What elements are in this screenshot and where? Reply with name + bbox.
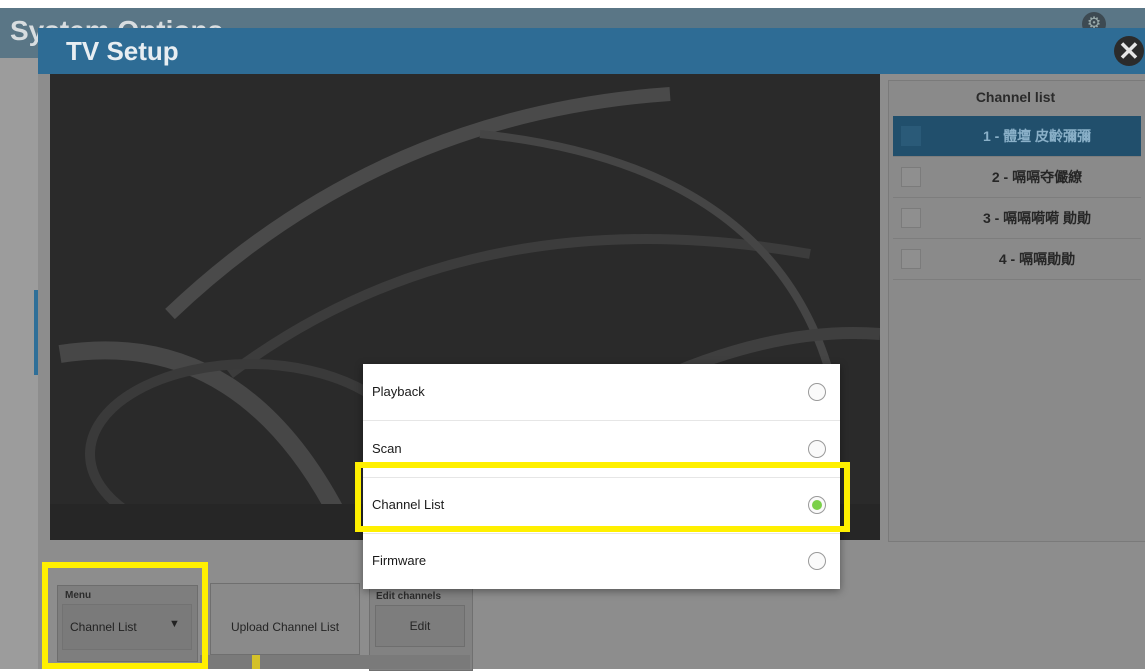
dialog-title: TV Setup	[66, 36, 179, 66]
radio-icon[interactable]	[808, 383, 826, 401]
highlight-channel-list-option	[355, 462, 850, 532]
dialog-header	[38, 28, 1145, 74]
channel-row[interactable]: 4 - 嗝嗝勛勛	[893, 239, 1141, 280]
channel-row[interactable]: 1 - 體壇 皮齡彌彌	[893, 116, 1141, 157]
checkbox-icon[interactable]	[901, 126, 921, 146]
channel-label: 3 - 嗝嗝嗬嗬 勛勛	[982, 210, 1092, 226]
upload-channel-list-button[interactable]: Upload Channel List	[210, 583, 360, 655]
highlight-menu-select	[42, 562, 208, 669]
channel-row[interactable]: 2 - 嗝嗝夺儼繚	[893, 157, 1141, 198]
checkbox-icon[interactable]	[901, 249, 921, 269]
channel-label: 2 - 嗝嗝夺儼繚	[991, 169, 1083, 185]
radio-icon[interactable]	[808, 552, 826, 570]
channel-label: 4 - 嗝嗝勛勛	[998, 251, 1076, 267]
popup-item-playback[interactable]: Playback	[363, 364, 840, 420]
close-button[interactable]: ✕	[1114, 36, 1144, 66]
edit-channels-caption: Edit channels	[376, 591, 442, 602]
checkbox-icon[interactable]	[901, 208, 921, 228]
bottom-strip	[200, 655, 470, 669]
yellow-marker	[252, 655, 260, 669]
channel-list-header: Channel list	[975, 89, 1056, 105]
channel-label: 1 - 體壇 皮齡彌彌	[982, 128, 1092, 144]
popup-item-label: Firmware	[372, 553, 427, 568]
edit-button[interactable]: Edit	[375, 605, 465, 647]
popup-item-firmware[interactable]: Firmware	[363, 533, 840, 589]
channel-row[interactable]: 3 - 嗝嗝嗬嗬 勛勛	[893, 198, 1141, 239]
popup-item-label: Playback	[372, 384, 425, 399]
checkbox-icon[interactable]	[901, 167, 921, 187]
radio-icon[interactable]	[808, 440, 826, 458]
